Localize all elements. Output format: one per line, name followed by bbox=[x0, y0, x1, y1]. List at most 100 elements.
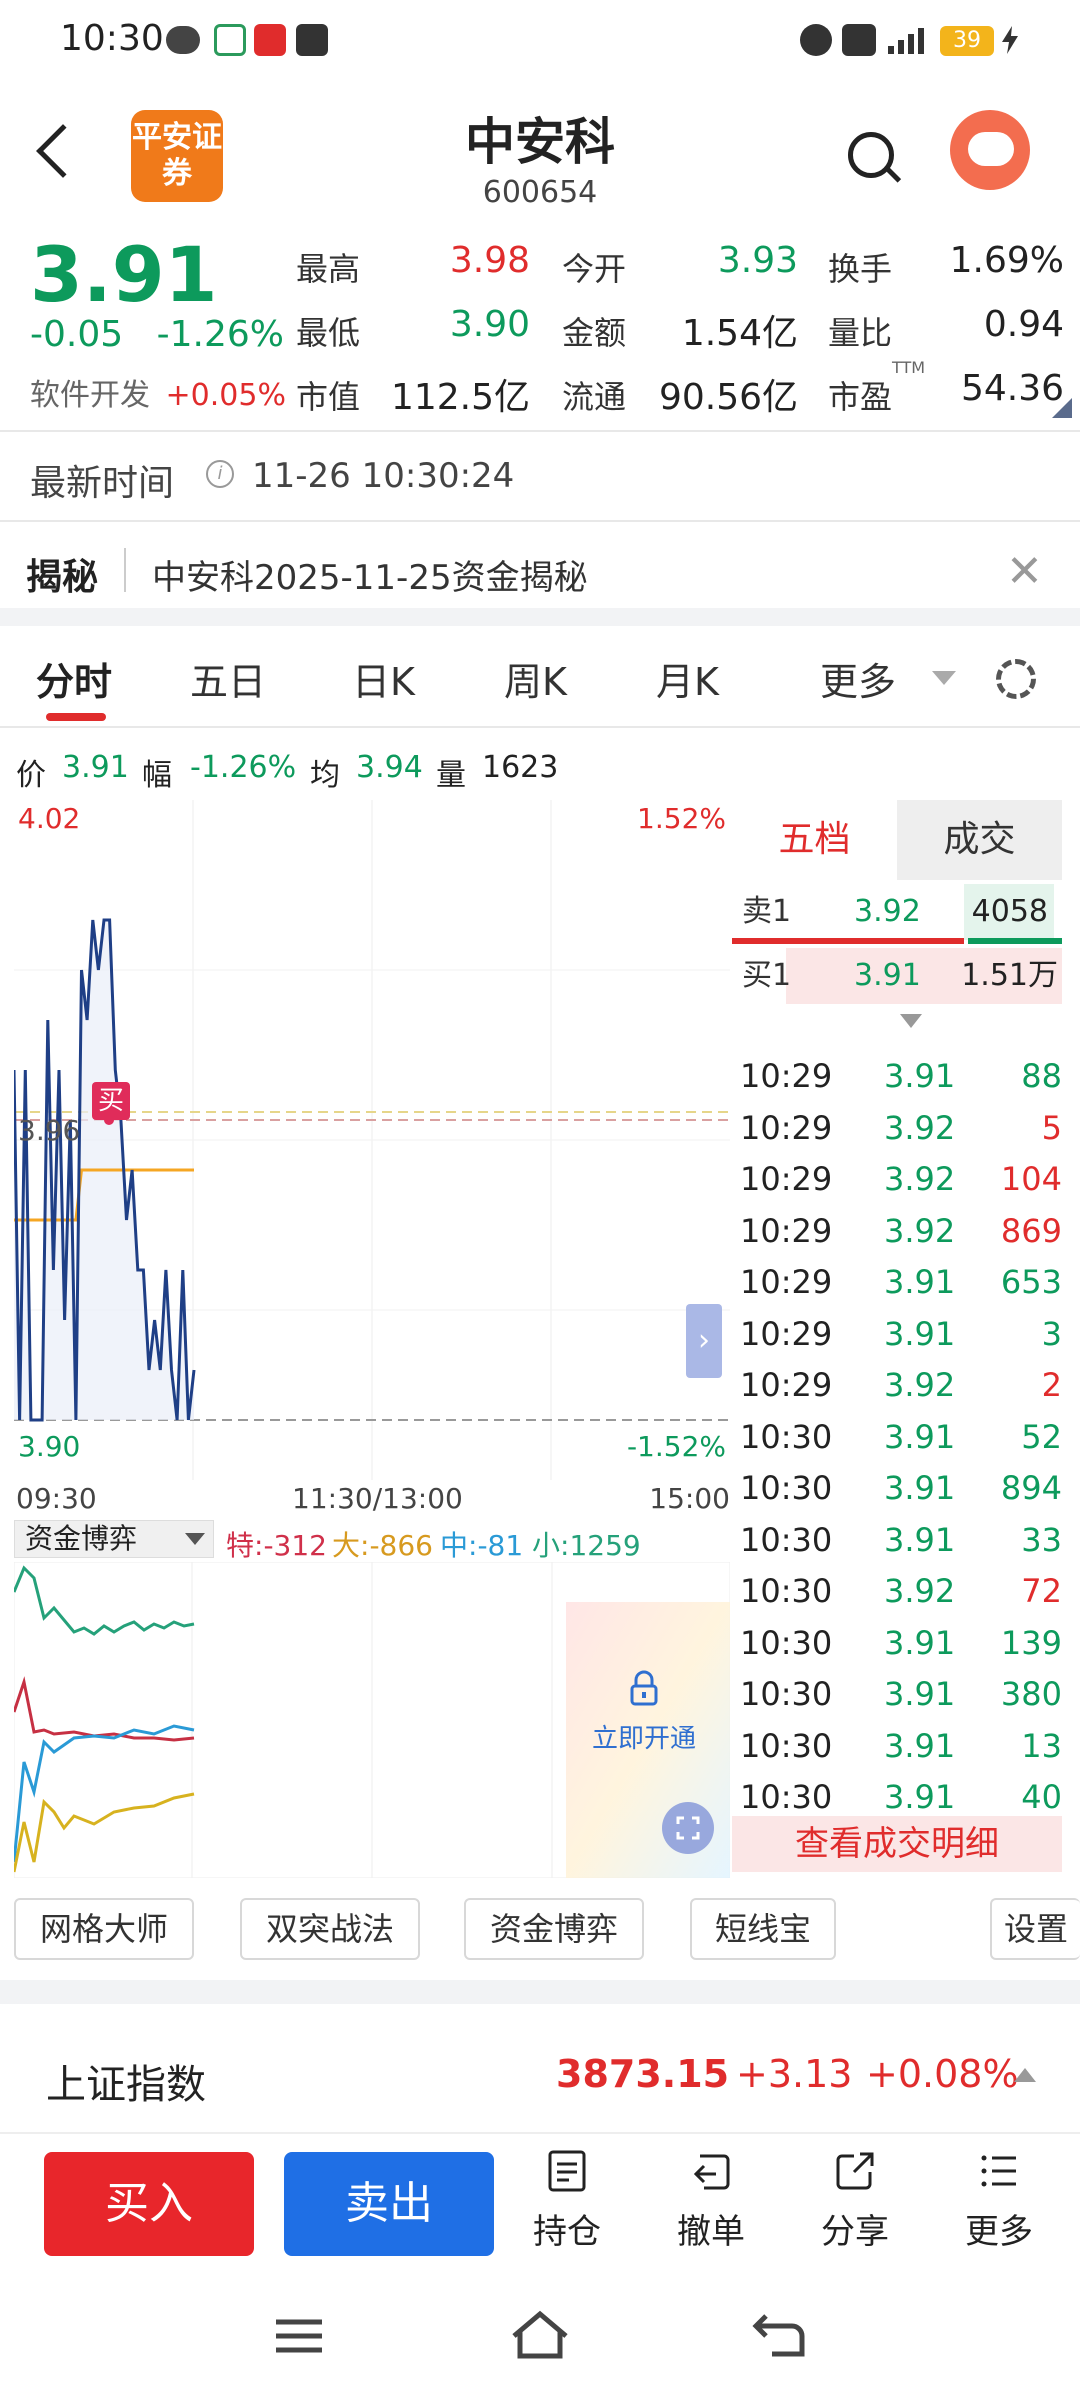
index-name: 上证指数 bbox=[46, 2062, 206, 2108]
gear-icon[interactable] bbox=[996, 659, 1036, 699]
tick-price: 3.92 bbox=[884, 1108, 956, 1147]
bid-price: 3.91 bbox=[854, 958, 921, 993]
trade-detail-button[interactable]: 查看成交明细 bbox=[732, 1816, 1062, 1872]
info-vol-label: 量 bbox=[436, 758, 466, 793]
index-value: 3873.15 bbox=[556, 2052, 730, 2096]
field-label: 金额 bbox=[562, 314, 627, 352]
nav-share[interactable]: 分享 bbox=[800, 2148, 910, 2253]
back-nav-icon[interactable] bbox=[752, 2312, 806, 2358]
tab-more[interactable]: 更多 bbox=[820, 651, 896, 706]
index-change: +3.13 bbox=[736, 2052, 853, 2096]
section-gap bbox=[0, 608, 1080, 626]
trade-tick-row: 10:30 3.91 33 bbox=[732, 1514, 1062, 1566]
tab-weekly-k[interactable]: 周K bbox=[504, 651, 567, 706]
tick-price: 3.92 bbox=[884, 1160, 956, 1198]
home-icon[interactable] bbox=[510, 2310, 570, 2360]
buy-button[interactable]: 买入 bbox=[44, 2152, 254, 2256]
fullscreen-icon[interactable] bbox=[662, 1802, 714, 1854]
tick-price: 3.91 bbox=[884, 1469, 956, 1507]
field-label: 最低 bbox=[296, 314, 361, 352]
capital-reveal-banner[interactable]: 揭秘 中安科2025-11-25资金揭秘 ✕ bbox=[0, 524, 1080, 620]
settings-button[interactable]: 设置 bbox=[990, 1898, 1080, 1960]
tick-time: 10:30 bbox=[740, 1469, 833, 1507]
info-icon[interactable]: i bbox=[206, 460, 234, 488]
quote-panel: 3.91 -0.05 -1.26% 软件开发 +0.05% 最高 3.98 今开… bbox=[0, 230, 1080, 430]
tab-five-day[interactable]: 五日 bbox=[190, 651, 266, 706]
tick-volume: 33 bbox=[1021, 1520, 1062, 1559]
sector-row[interactable]: 软件开发 +0.05% bbox=[30, 370, 286, 414]
index-row[interactable]: 上证指数 3873.15 +3.13 +0.08% bbox=[0, 2022, 1080, 2132]
unlock-link[interactable]: 立即开通 bbox=[592, 1718, 696, 1755]
field-value: 0.94 bbox=[983, 304, 1064, 345]
tick-volume: 139 bbox=[1000, 1623, 1062, 1662]
menu-icon[interactable] bbox=[274, 2316, 324, 2356]
nav-positions-label: 持仓 bbox=[533, 2212, 601, 2252]
tab-monthly-k[interactable]: 月K bbox=[656, 651, 719, 706]
flow-medium: 中:-81 bbox=[440, 1524, 523, 1564]
y-max-pct: 1.52% bbox=[637, 802, 726, 835]
assistant-avatar[interactable] bbox=[950, 110, 1030, 190]
update-time: 11-26 10:30:24 bbox=[252, 456, 515, 496]
nav-positions[interactable]: 持仓 bbox=[512, 2148, 622, 2253]
flow-medium-value: -81 bbox=[477, 1529, 524, 1562]
sell-button[interactable]: 卖出 bbox=[284, 2152, 494, 2256]
chip-short-term[interactable]: 短线宝 bbox=[690, 1898, 836, 1960]
active-tab-underline bbox=[46, 713, 106, 721]
tool-chips: 网格大师 双突战法 资金博弈 短线宝 设置 bbox=[0, 1890, 1080, 1970]
flow-small-label: 小: bbox=[532, 1529, 570, 1562]
field-value: 3.90 bbox=[449, 304, 530, 345]
buy-marker[interactable]: 买 bbox=[92, 1082, 130, 1120]
status-bar: 10:30 39 bbox=[0, 0, 1080, 80]
alarm-icon bbox=[800, 24, 832, 56]
dropdown-arrow-icon bbox=[185, 1533, 205, 1545]
capital-flow-chart: 立即开通 bbox=[12, 1561, 731, 1879]
tick-time: 10:29 bbox=[740, 1366, 833, 1404]
close-icon[interactable]: ✕ bbox=[1006, 546, 1043, 597]
book-tabs: 五档 成交 bbox=[732, 800, 1062, 880]
tick-price: 3.92 bbox=[884, 1211, 956, 1250]
tick-price: 3.91 bbox=[884, 1314, 956, 1353]
nav-cancel-order[interactable]: 撤单 bbox=[656, 2148, 766, 2253]
tab-intraday[interactable]: 分时 bbox=[36, 651, 112, 706]
expand-down-icon[interactable] bbox=[900, 1014, 922, 1028]
info-price-label: 价 bbox=[16, 758, 46, 793]
tick-price: 3.91 bbox=[884, 1675, 956, 1713]
chevron-down-icon bbox=[932, 671, 956, 685]
intraday-chart[interactable]: 4.02 1.52% 3.90 -1.52% 3.96 买 › bbox=[12, 800, 730, 1480]
ask-label: 卖1 bbox=[742, 894, 792, 929]
ask-row: 卖1 3.92 4058 bbox=[732, 884, 1062, 940]
tab-trades[interactable]: 成交 bbox=[897, 800, 1062, 880]
field-value: 54.36 bbox=[960, 368, 1064, 409]
field-label: 流通 bbox=[562, 378, 627, 416]
trade-tick-row: 10:29 3.91 653 bbox=[732, 1256, 1062, 1308]
x-label-start: 09:30 bbox=[16, 1482, 97, 1515]
tick-price: 3.92 bbox=[884, 1572, 956, 1610]
chip-capital-game[interactable]: 资金博弈 bbox=[464, 1898, 644, 1960]
field-label: 市盈 bbox=[828, 378, 893, 416]
chip-dual-breakout[interactable]: 双突战法 bbox=[240, 1898, 420, 1960]
flow-title: 资金博弈 bbox=[25, 1522, 138, 1555]
divider bbox=[0, 726, 1080, 728]
sector-pct: +0.05% bbox=[165, 378, 286, 413]
info-price: 3.91 bbox=[62, 750, 129, 785]
tick-time: 10:29 bbox=[740, 1160, 833, 1198]
tick-volume: 653 bbox=[1000, 1263, 1062, 1301]
info-amp-label: 幅 bbox=[142, 758, 172, 793]
tick-price: 3.92 bbox=[884, 1366, 956, 1404]
expand-corner-icon[interactable] bbox=[1052, 398, 1072, 418]
y-min-pct: -1.52% bbox=[626, 1430, 726, 1463]
tab-daily-k[interactable]: 日K bbox=[352, 651, 415, 706]
tick-time: 10:29 bbox=[740, 1211, 833, 1250]
bid-row: 买1 3.91 1.51万 bbox=[732, 948, 1062, 1004]
field-label: 市值 bbox=[296, 378, 361, 416]
tab-five-levels[interactable]: 五档 bbox=[732, 800, 897, 880]
chevron-up-icon[interactable] bbox=[1014, 2068, 1036, 2082]
chip-grid-master[interactable]: 网格大师 bbox=[14, 1898, 194, 1960]
action-bar: 买入 卖出 持仓 撤单 分享 更多 bbox=[0, 2132, 1080, 2272]
chevron-right-icon[interactable]: › bbox=[686, 1304, 722, 1378]
nav-more[interactable]: 更多 bbox=[944, 2148, 1054, 2253]
field-value: 1.54亿 bbox=[681, 313, 798, 354]
flow-selector[interactable]: 资金博弈 bbox=[14, 1520, 214, 1558]
last-price: 3.91 bbox=[30, 230, 218, 319]
y-min-label: 3.90 bbox=[18, 1430, 81, 1463]
